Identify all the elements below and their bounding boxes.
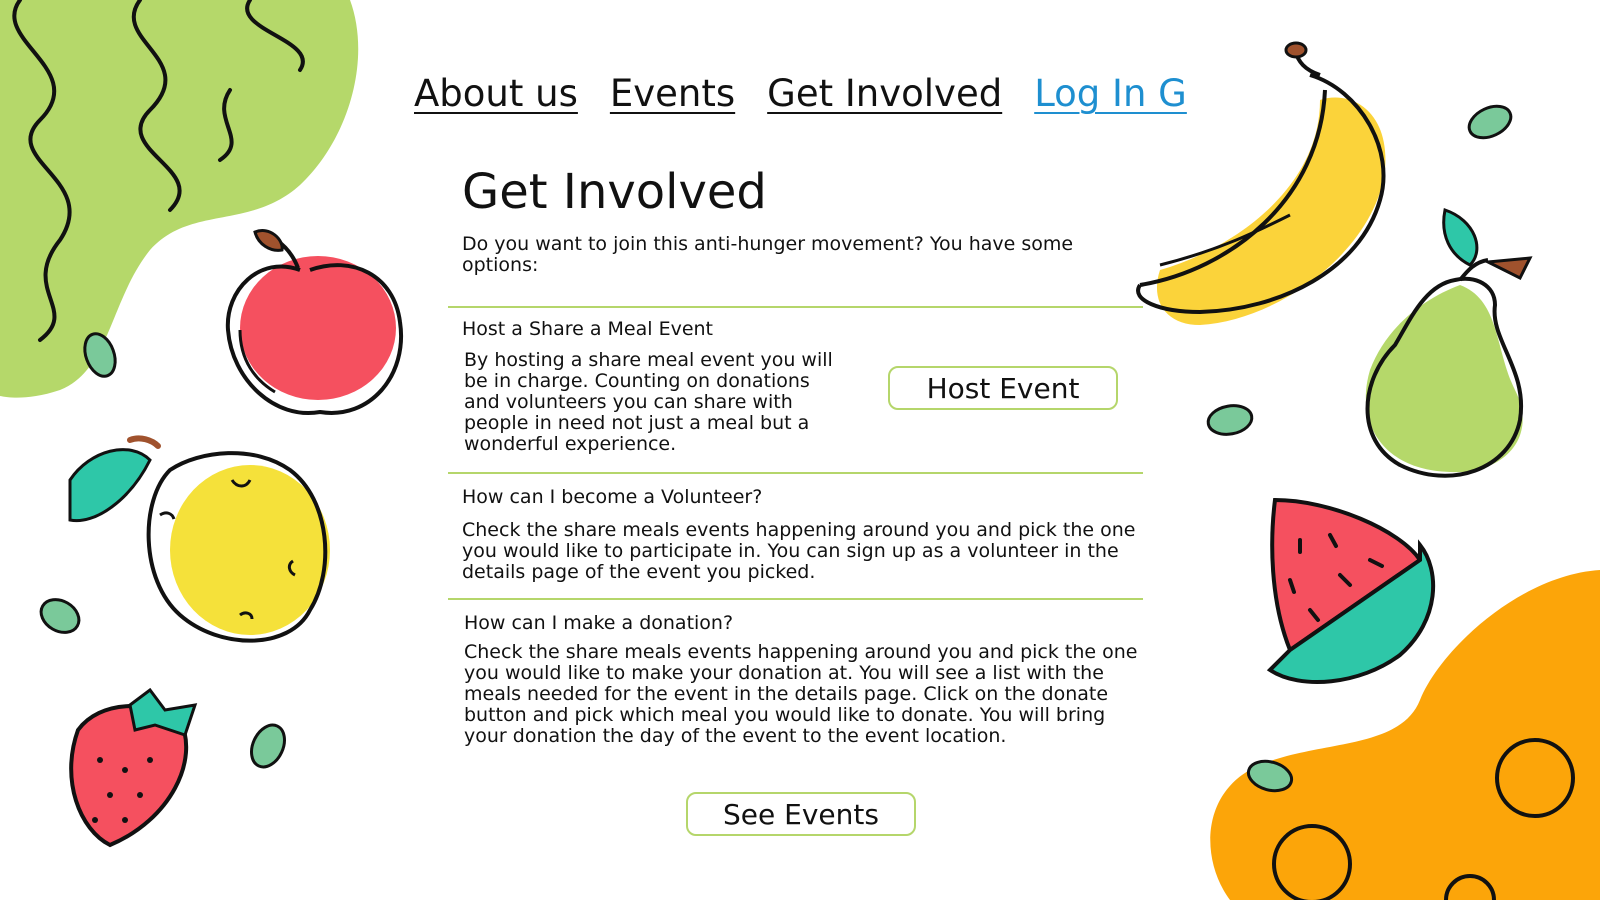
- lemon-icon: [68, 435, 330, 643]
- host-event-description: By hosting a share meal event you will b…: [464, 349, 833, 455]
- nav-link-about-us[interactable]: About us: [414, 72, 578, 115]
- nav-link-log-in[interactable]: Log In G: [1034, 72, 1187, 115]
- leaf-icon: [1467, 104, 1513, 140]
- host-event-button[interactable]: Host Event: [888, 366, 1118, 410]
- host-event-heading: Host a Share a Meal Event: [462, 318, 714, 340]
- section-divider: [448, 472, 1143, 474]
- section-divider: [448, 598, 1143, 600]
- intro-text: Do you want to join this anti-hunger mov…: [462, 233, 1074, 276]
- section-divider: [448, 306, 1143, 308]
- apple-icon: [225, 229, 404, 416]
- donation-description: Check the share meals events happening a…: [464, 641, 1138, 747]
- page-title: Get Involved: [462, 164, 767, 220]
- strawberry-icon: [69, 687, 198, 848]
- leaf-icon: [250, 723, 286, 769]
- see-events-button[interactable]: See Events: [686, 792, 916, 836]
- donation-heading: How can I make a donation?: [464, 612, 734, 634]
- leaf-icon: [1206, 404, 1254, 436]
- nav-link-events[interactable]: Events: [610, 72, 735, 115]
- leaf-icon: [39, 598, 81, 634]
- pear-icon: [1365, 208, 1533, 478]
- volunteer-heading: How can I become a Volunteer?: [462, 486, 763, 508]
- nav-link-get-involved[interactable]: Get Involved: [767, 72, 1002, 115]
- volunteer-description: Check the share meals events happening a…: [462, 519, 1136, 583]
- watermelon-icon: [1266, 497, 1436, 684]
- top-navigation: About us Events Get Involved Log In G: [414, 72, 1187, 115]
